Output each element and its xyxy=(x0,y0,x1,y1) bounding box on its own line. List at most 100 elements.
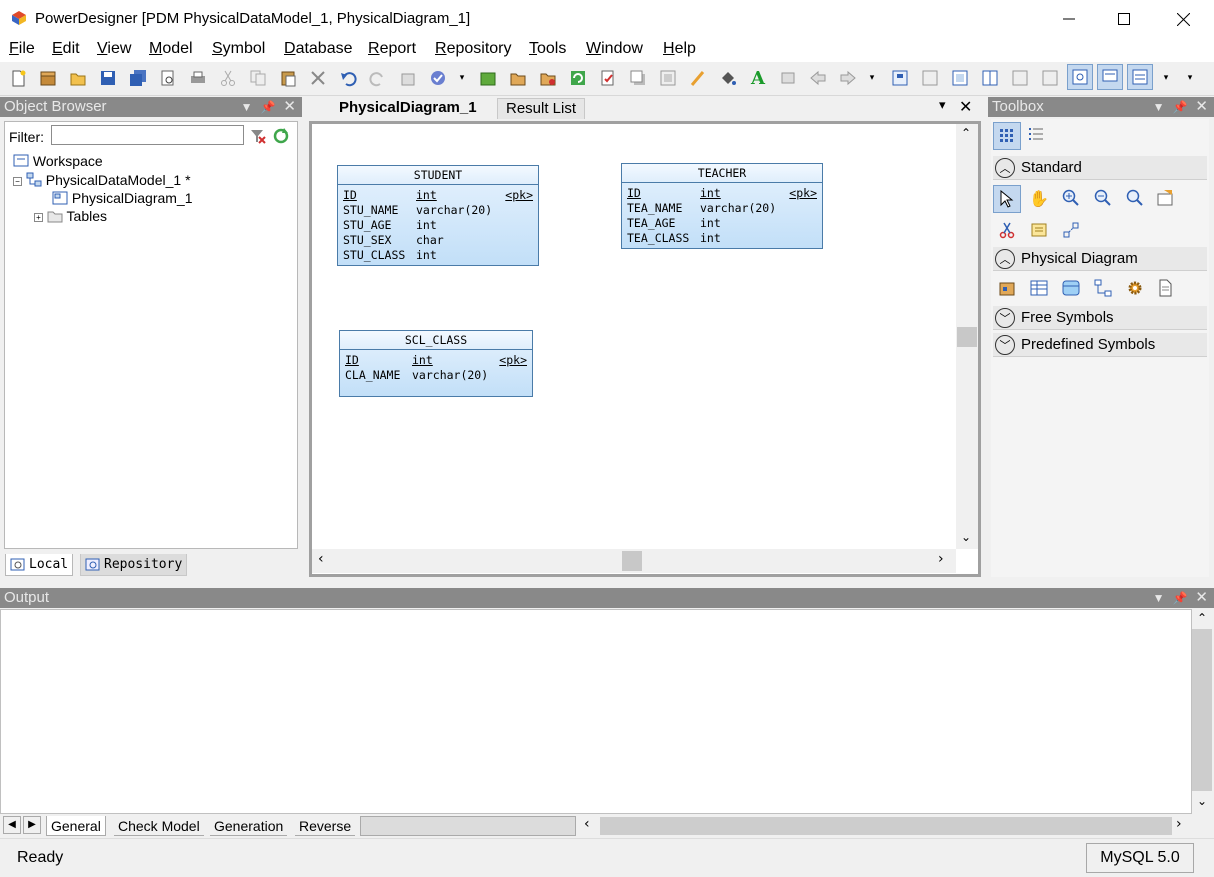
entity-student[interactable]: STUDENT ID int <pk> STU_NAME varchar(20) ST… xyxy=(337,165,539,266)
panel-close-icon[interactable]: ✕ xyxy=(1195,97,1208,117)
save-button[interactable] xyxy=(98,68,118,88)
cut-button[interactable] xyxy=(218,68,238,88)
menu-help[interactable]: Help xyxy=(663,40,696,58)
copy-button[interactable] xyxy=(248,68,268,88)
tree-workspace[interactable]: Workspace xyxy=(13,153,103,169)
redo-button[interactable] xyxy=(368,68,388,88)
menu-model[interactable]: Model xyxy=(149,40,193,58)
zoom-out-tool[interactable] xyxy=(1092,187,1114,209)
output-tab-general[interactable]: General xyxy=(46,816,106,836)
panel-menu-icon[interactable]: ▼ xyxy=(1153,97,1165,117)
tab-scroll-left-icon[interactable]: ◀ xyxy=(3,816,21,834)
toolbar-overflow-1[interactable]: ▾ xyxy=(456,68,468,88)
entity-scl-class[interactable]: SCL_CLASS ID int <pk> CLA_NAME varchar(20) xyxy=(339,330,533,397)
font-button[interactable]: A xyxy=(748,68,768,89)
properties-button[interactable] xyxy=(398,68,418,88)
menu-view[interactable]: View xyxy=(97,40,131,58)
diagram-canvas[interactable]: STUDENT ID int <pk> STU_NAME varchar(20) ST… xyxy=(312,124,956,549)
menu-tools[interactable]: Tools xyxy=(529,40,566,58)
scroll-right-icon[interactable]: › xyxy=(1176,816,1182,832)
undo-button[interactable] xyxy=(338,68,358,88)
panel-close-icon[interactable]: ✕ xyxy=(283,97,296,117)
scroll-left-icon[interactable]: ‹ xyxy=(584,816,590,832)
layout-button-5[interactable] xyxy=(1010,68,1030,88)
panel-menu-icon[interactable]: ▼ xyxy=(1153,588,1165,608)
tree-model[interactable]: − PhysicalDataModel_1 * xyxy=(13,172,191,188)
new-model-button[interactable] xyxy=(38,68,58,88)
diagram-vertical-scrollbar[interactable]: ⌃ ⌄ xyxy=(956,124,978,549)
output-scroll-thumb[interactable] xyxy=(1192,629,1212,791)
layout-button-1[interactable] xyxy=(890,68,910,88)
horizontal-scroll-thumb[interactable] xyxy=(622,551,642,571)
output-vertical-scrollbar[interactable]: ⌃ ⌄ xyxy=(1192,609,1212,814)
panel-menu-icon[interactable]: ▼ xyxy=(241,97,253,117)
layout-button-2[interactable] xyxy=(920,68,940,88)
open-diagram-tool[interactable] xyxy=(1124,187,1146,209)
output-tab-reverse[interactable]: Reverse xyxy=(295,816,356,836)
delete-tool[interactable] xyxy=(996,219,1018,241)
expand-icon[interactable]: + xyxy=(34,213,43,222)
menu-database[interactable]: Database xyxy=(284,40,353,58)
maximize-button[interactable] xyxy=(1095,0,1153,38)
open-package-button[interactable] xyxy=(508,68,528,88)
output-tab-generation[interactable]: Generation xyxy=(210,816,288,836)
new-package-button[interactable] xyxy=(478,68,498,88)
output-toggle[interactable] xyxy=(1097,64,1123,90)
toolbar-overflow-4[interactable]: ▾ xyxy=(1184,68,1196,88)
note-tool[interactable] xyxy=(1028,219,1050,241)
section-standard[interactable]: ︿ Standard xyxy=(993,156,1207,180)
zoom-in-tool[interactable] xyxy=(1060,187,1082,209)
symbol-shadow-button[interactable] xyxy=(628,68,648,88)
tab-list-icon[interactable]: ▾ xyxy=(939,98,946,113)
close-package-button[interactable] xyxy=(538,68,558,88)
result-list-toggle[interactable] xyxy=(1127,64,1153,90)
save-all-button[interactable] xyxy=(128,68,148,88)
tree-diagram[interactable]: PhysicalDiagram_1 xyxy=(52,190,193,206)
properties-tool[interactable] xyxy=(1154,187,1176,209)
new-button[interactable] xyxy=(8,68,28,88)
tab-result-list[interactable]: Result List xyxy=(497,98,586,119)
table-tool[interactable] xyxy=(1028,277,1050,299)
fill-button[interactable] xyxy=(718,68,738,88)
scroll-down-icon[interactable]: ⌄ xyxy=(1197,794,1207,808)
layout-button-4[interactable] xyxy=(980,68,1000,88)
filter-input[interactable] xyxy=(51,125,244,145)
layout-button-3[interactable] xyxy=(950,68,970,88)
tree-tables[interactable]: + Tables xyxy=(34,208,107,224)
document-close-icon[interactable]: ✕ xyxy=(959,97,972,116)
pin-icon[interactable]: 📌 xyxy=(1172,588,1187,608)
link-tool[interactable] xyxy=(1060,219,1082,241)
output-text-area[interactable] xyxy=(0,609,1192,814)
layout-button-6[interactable] xyxy=(1040,68,1060,88)
tab-physical-diagram[interactable]: PhysicalDiagram_1 xyxy=(331,98,485,119)
menu-edit[interactable]: Edit xyxy=(52,40,80,58)
menu-window[interactable]: Window xyxy=(586,40,643,58)
collapse-icon[interactable]: − xyxy=(13,177,22,186)
diagram-horizontal-scrollbar[interactable]: ‹ › xyxy=(312,549,956,573)
object-browser-toggle[interactable] xyxy=(1067,64,1093,90)
entity-teacher[interactable]: TEACHER ID int <pk> TEA_NAME varchar(20) TE… xyxy=(621,163,823,249)
clear-filter-button[interactable] xyxy=(250,128,266,148)
scroll-up-icon[interactable]: ⌃ xyxy=(1197,611,1207,625)
scroll-right-icon[interactable]: › xyxy=(938,551,944,567)
close-button[interactable] xyxy=(1154,0,1212,38)
tab-scroll-right-icon[interactable]: ▶ xyxy=(23,816,41,834)
menu-repository[interactable]: Repository xyxy=(435,40,511,58)
grabber-tool[interactable]: ✋ xyxy=(1028,187,1050,209)
pin-icon[interactable]: 📌 xyxy=(1172,97,1187,117)
section-predefined-symbols[interactable]: ﹀ Predefined Symbols xyxy=(993,333,1207,357)
print-preview-button[interactable] xyxy=(158,68,178,88)
menu-report[interactable]: Report xyxy=(368,40,416,58)
minimize-button[interactable] xyxy=(1040,0,1098,38)
reference-tool[interactable] xyxy=(1092,277,1114,299)
toolbar-overflow-3[interactable]: ▾ xyxy=(1160,68,1172,88)
scroll-up-icon[interactable]: ⌃ xyxy=(961,126,971,140)
align-button[interactable] xyxy=(778,68,798,88)
view-tool[interactable] xyxy=(1060,277,1082,299)
large-icons-view-button[interactable] xyxy=(993,122,1021,150)
open-button[interactable] xyxy=(68,68,88,88)
pointer-tool[interactable] xyxy=(993,185,1021,213)
delete-button[interactable] xyxy=(308,68,328,88)
menu-file[interactable]: File xyxy=(9,40,35,58)
format-button[interactable] xyxy=(658,68,678,88)
